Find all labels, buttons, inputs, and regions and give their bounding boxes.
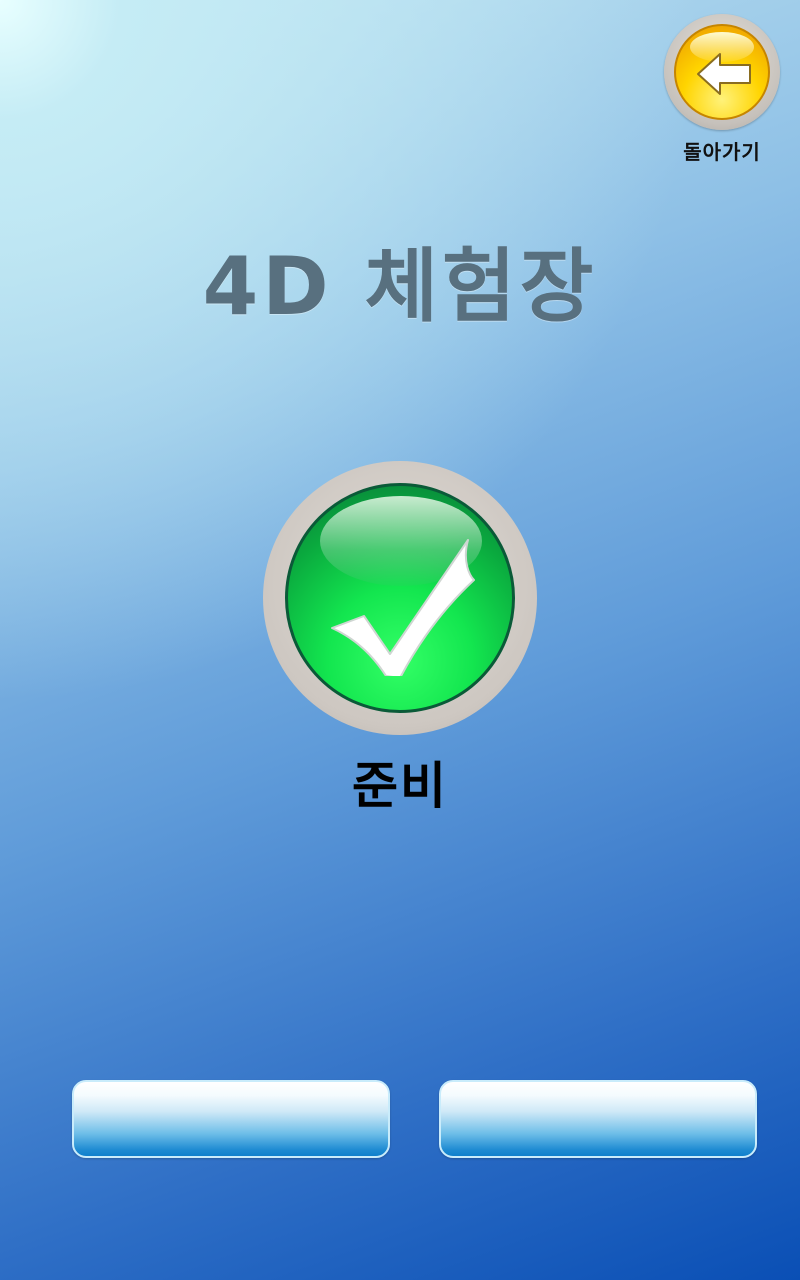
right-action-button[interactable] [439, 1080, 757, 1158]
checkmark-icon [331, 539, 475, 676]
status-orb [285, 483, 515, 713]
arrow-left-icon [697, 53, 751, 95]
back-button-ring [664, 14, 780, 130]
back-button-orb [674, 24, 770, 120]
back-button-label: 돌아가기 [683, 140, 761, 164]
status-indicator [263, 461, 537, 735]
page-title: 4D 체험장 [202, 240, 598, 333]
status-label: 준비 [352, 757, 448, 815]
back-button[interactable]: 돌아가기 [664, 14, 780, 164]
left-action-button[interactable] [72, 1080, 390, 1158]
